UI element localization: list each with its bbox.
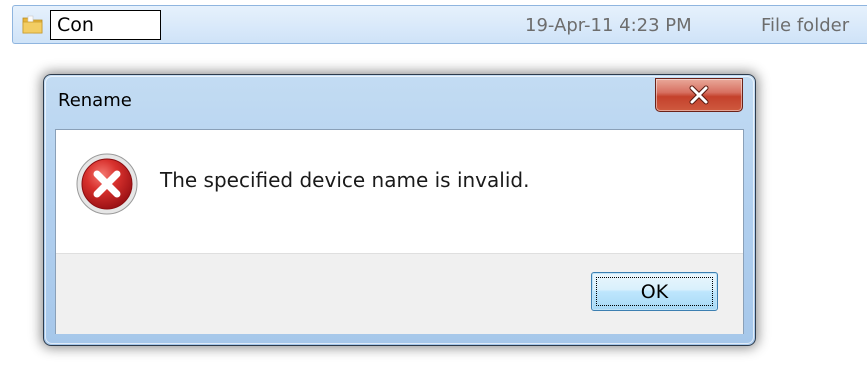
rename-dialog: Rename The specified device name is inva… — [43, 74, 756, 346]
button-bar: OK — [56, 253, 743, 334]
rename-input[interactable] — [50, 10, 161, 40]
close-button[interactable] — [655, 78, 743, 112]
ok-label: OK — [640, 280, 669, 303]
error-message: The specified device name is invalid. — [160, 168, 530, 192]
error-icon — [76, 153, 138, 215]
folder-icon — [22, 15, 43, 34]
close-icon — [689, 85, 709, 105]
dialog-body: The specified device name is invalid. OK — [55, 129, 744, 334]
message-area: The specified device name is invalid. — [56, 130, 743, 253]
file-type: File folder — [761, 15, 850, 36]
file-row-con[interactable]: 19-Apr-11 4:23 PM File folder — [12, 5, 867, 44]
dialog-title: Rename — [58, 90, 132, 111]
ok-button[interactable]: OK — [591, 272, 718, 311]
file-date-modified: 19-Apr-11 4:23 PM — [525, 15, 692, 36]
